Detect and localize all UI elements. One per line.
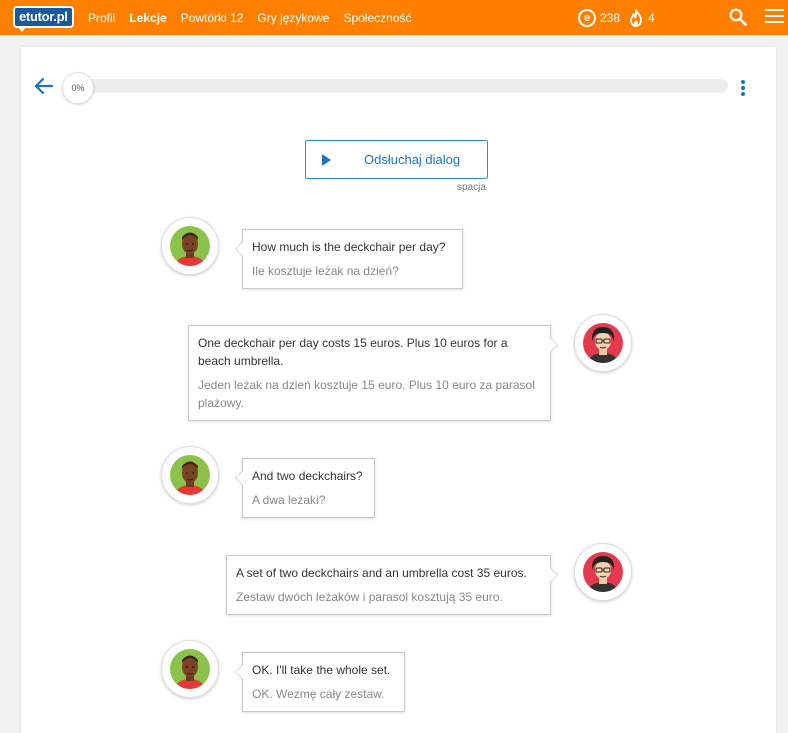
- search-icon[interactable]: [729, 8, 747, 26]
- keyboard-shortcut-hint: spacja: [457, 182, 486, 193]
- dialog-bubble[interactable]: And two deckchairs? A dwa leżaki?: [235, 458, 375, 518]
- speaker-a-face: [170, 455, 210, 495]
- avatar-speaker-b: [574, 314, 632, 372]
- dialog-english-text: One deckchair per day costs 15 euros. Pl…: [198, 336, 508, 368]
- dialog-english-text: How much is the deckchair per day?: [252, 240, 446, 254]
- avatar-speaker-a: [161, 640, 219, 698]
- dialog-polish-translation: Jeden leżak na dzień kosztuje 15 euro. P…: [198, 378, 535, 410]
- progress-bar: [70, 79, 728, 93]
- dialog-english-text: OK. I'll take the whole set.: [252, 663, 391, 677]
- flame-icon: [630, 8, 642, 27]
- kebab-menu-icon[interactable]: [740, 80, 746, 96]
- dialog-english-text: A set of two deckchairs and an umbrella …: [236, 566, 527, 580]
- streak-count: 4: [648, 10, 655, 25]
- listen-dialog-label: Odsłuchaj dialog: [364, 152, 461, 167]
- dialog-bubble[interactable]: How much is the deckchair per day? Ile k…: [235, 229, 463, 289]
- nav-item-lekcje[interactable]: Lekcje: [129, 11, 166, 25]
- dialog-bubble[interactable]: A set of two deckchairs and an umbrella …: [226, 555, 558, 615]
- user-stats[interactable]: e 238 4: [578, 0, 655, 35]
- play-icon: [322, 154, 331, 166]
- nav-item-powtorki[interactable]: Powtórki 12: [181, 11, 244, 25]
- coin-icon: e: [578, 8, 596, 27]
- points-count: 238: [600, 10, 621, 25]
- listen-dialog-button[interactable]: Odsłuchaj dialog: [305, 140, 488, 179]
- avatar-speaker-a: [161, 446, 219, 504]
- dialog-bubble[interactable]: OK. I'll take the whole set. OK. Wezmę c…: [235, 652, 405, 712]
- arrow-left-icon[interactable]: [34, 77, 54, 95]
- avatar-speaker-b: [574, 543, 632, 601]
- etutor-logo[interactable]: etutor.pl: [13, 6, 74, 32]
- progress-label: 0%: [62, 72, 94, 104]
- main-nav: Profil Lekcje Powtórki 12 Gry językowe S…: [88, 0, 425, 35]
- speaker-b-face: [583, 323, 623, 363]
- speaker-a-face: [170, 649, 210, 689]
- dialog-polish-translation: Ile kosztuje leżak na dzień?: [252, 264, 399, 278]
- nav-item-gry-jezykowe[interactable]: Gry językowe: [257, 11, 329, 25]
- hamburger-menu-icon[interactable]: [765, 9, 784, 25]
- avatar-speaker-a: [161, 217, 219, 275]
- nav-item-profil[interactable]: Profil: [88, 11, 115, 25]
- top-bar: etutor.pl Profil Lekcje Powtórki 12 Gry …: [0, 0, 788, 35]
- dialog-polish-translation: OK. Wezmę cały zestaw.: [252, 687, 385, 701]
- nav-item-spolecznosc[interactable]: Społeczność: [343, 11, 411, 25]
- speaker-b-face: [583, 552, 623, 592]
- dialog-polish-translation: A dwa leżaki?: [252, 493, 326, 507]
- dialog-bubble[interactable]: One deckchair per day costs 15 euros. Pl…: [188, 325, 558, 421]
- dialog-english-text: And two deckchairs?: [252, 469, 363, 483]
- dialog-polish-translation: Zestaw dwóch leżaków i parasol kosztują …: [236, 590, 503, 604]
- speaker-a-face: [170, 226, 210, 266]
